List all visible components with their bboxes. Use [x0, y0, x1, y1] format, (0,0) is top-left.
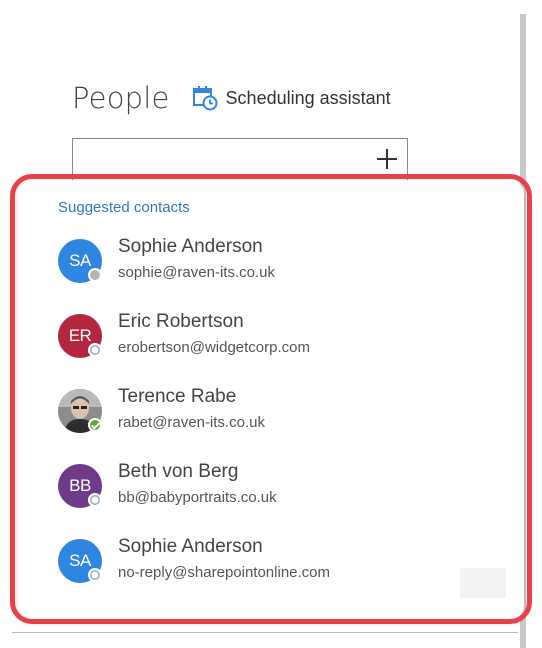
scheduling-assistant-label: Scheduling assistant [225, 87, 391, 108]
contact-email: sophie@raven-its.co.uk [118, 264, 275, 281]
contact-name: Beth von Berg [118, 461, 239, 482]
contact-name: Sophie Anderson [118, 236, 263, 257]
people-title: People [72, 81, 170, 115]
avatar-initials: ER [68, 326, 92, 345]
people-header: People Scheduling assistant [72, 78, 391, 118]
plus-icon[interactable] [377, 149, 397, 169]
contact-item[interactable]: BB Beth von Berg bb@babyportraits.co.uk [48, 457, 488, 523]
contact-item[interactable]: ER Eric Robertson erobertson@widgetcorp.… [48, 307, 488, 373]
hidden-button[interactable] [460, 568, 506, 598]
contact-email: rabet@raven-its.co.uk [118, 414, 265, 431]
contact-name: Terence Rabe [118, 386, 237, 407]
contact-email: bb@babyportraits.co.uk [118, 489, 277, 506]
contact-email: no-reply@sharepointonline.com [118, 564, 331, 581]
avatar-initials: SA [69, 251, 91, 270]
presence-offline-icon [88, 268, 102, 282]
presence-unknown-icon [88, 568, 102, 582]
contact-item[interactable]: Terence Rabe rabet@raven-its.co.uk [48, 382, 488, 448]
contact-name: Sophie Anderson [118, 536, 263, 557]
scheduling-assistant-button[interactable]: Scheduling assistant [192, 85, 391, 111]
suggested-contacts-dropdown: Suggested contacts SA Sophie Anderson so… [18, 180, 524, 620]
presence-unknown-icon [88, 343, 102, 357]
suggested-contacts-heading: Suggested contacts [58, 199, 190, 216]
avatar-initials: BB [69, 476, 91, 495]
people-input[interactable] [72, 138, 408, 186]
contact-email: erobertson@widgetcorp.com [118, 339, 310, 356]
presence-available-icon [88, 418, 102, 432]
presence-unknown-icon [88, 493, 102, 507]
calendar-clock-icon [192, 85, 218, 111]
divider [12, 632, 518, 633]
contact-item[interactable]: SA Sophie Anderson no-reply@sharepointon… [48, 532, 488, 598]
contact-name: Eric Robertson [118, 311, 244, 332]
avatar-initials: SA [69, 551, 91, 570]
contact-item[interactable]: SA Sophie Anderson sophie@raven-its.co.u… [48, 232, 488, 298]
